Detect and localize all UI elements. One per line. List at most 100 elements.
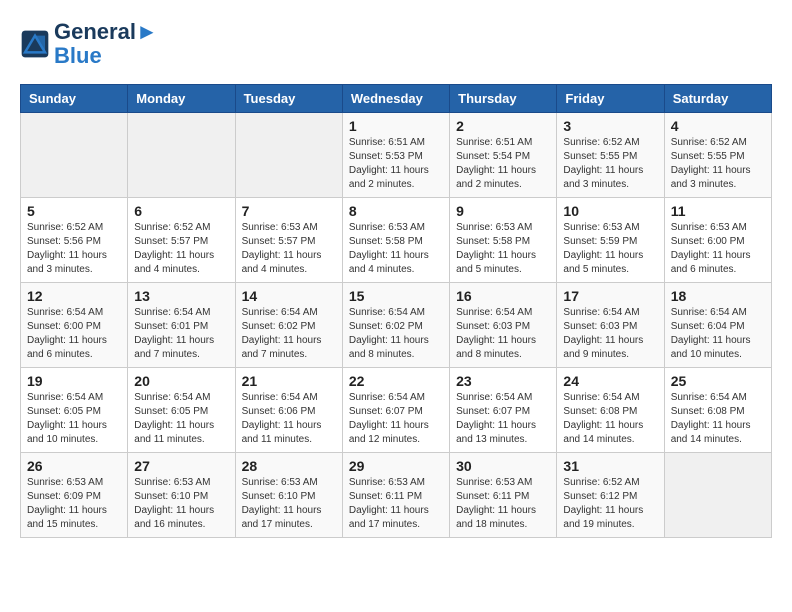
day-detail: Sunrise: 6:53 AM Sunset: 5:59 PM Dayligh…	[563, 221, 657, 277]
day-number: 8	[349, 203, 443, 219]
day-number: 30	[456, 458, 550, 474]
day-detail: Sunrise: 6:52 AM Sunset: 6:12 PM Dayligh…	[563, 476, 657, 532]
day-number: 28	[242, 458, 336, 474]
calendar-week-3: 12Sunrise: 6:54 AM Sunset: 6:00 PM Dayli…	[21, 283, 772, 368]
day-detail: Sunrise: 6:54 AM Sunset: 6:07 PM Dayligh…	[456, 391, 550, 447]
day-number: 17	[563, 288, 657, 304]
calendar-cell: 30 Sunrise: 6:53 AM Sunset: 6:11 PM Dayli…	[450, 453, 557, 538]
day-number: 26	[27, 458, 121, 474]
day-number: 21	[242, 373, 336, 389]
calendar-cell: 10 Sunrise: 6:53 AM Sunset: 5:59 PM Dayli…	[557, 198, 664, 283]
calendar-cell: 2Sunrise: 6:51 AM Sunset: 5:54 PM Daylig…	[450, 113, 557, 198]
calendar-cell: 11 Sunrise: 6:53 AM Sunset: 6:00 PM Dayli…	[664, 198, 771, 283]
page-header: General► Blue	[20, 20, 772, 68]
day-number: 31	[563, 458, 657, 474]
day-number: 5	[27, 203, 121, 219]
day-number: 29	[349, 458, 443, 474]
day-detail: Sunrise: 6:51 AM Sunset: 5:53 PM Dayligh…	[349, 136, 443, 192]
calendar-cell: 7Sunrise: 6:53 AM Sunset: 5:57 PM Daylig…	[235, 198, 342, 283]
day-detail: Sunrise: 6:54 AM Sunset: 6:08 PM Dayligh…	[671, 391, 765, 447]
calendar-cell: 16Sunrise: 6:54 AM Sunset: 6:03 PM Dayli…	[450, 283, 557, 368]
day-number: 14	[242, 288, 336, 304]
logo-text: General► Blue	[54, 20, 158, 68]
logo-icon	[20, 29, 50, 59]
weekday-header-wednesday: Wednesday	[342, 85, 449, 113]
day-number: 15	[349, 288, 443, 304]
day-detail: Sunrise: 6:53 AM Sunset: 6:10 PM Dayligh…	[242, 476, 336, 532]
day-detail: Sunrise: 6:52 AM Sunset: 5:55 PM Dayligh…	[671, 136, 765, 192]
calendar-body: 1 Sunrise: 6:51 AM Sunset: 5:53 PM Daylig…	[21, 113, 772, 538]
calendar-cell: 19Sunrise: 6:54 AM Sunset: 6:05 PM Dayli…	[21, 368, 128, 453]
day-detail: Sunrise: 6:54 AM Sunset: 6:02 PM Dayligh…	[242, 306, 336, 362]
day-number: 9	[456, 203, 550, 219]
calendar-cell: 4 Sunrise: 6:52 AM Sunset: 5:55 PM Daylig…	[664, 113, 771, 198]
day-detail: Sunrise: 6:54 AM Sunset: 6:05 PM Dayligh…	[134, 391, 228, 447]
day-detail: Sunrise: 6:51 AM Sunset: 5:54 PM Dayligh…	[456, 136, 550, 192]
day-detail: Sunrise: 6:54 AM Sunset: 6:07 PM Dayligh…	[349, 391, 443, 447]
calendar-cell: 24 Sunrise: 6:54 AM Sunset: 6:08 PM Dayli…	[557, 368, 664, 453]
logo: General► Blue	[20, 20, 158, 68]
day-detail: Sunrise: 6:53 AM Sunset: 5:57 PM Dayligh…	[242, 221, 336, 277]
calendar-cell: 31 Sunrise: 6:52 AM Sunset: 6:12 PM Dayli…	[557, 453, 664, 538]
calendar-cell: 20 Sunrise: 6:54 AM Sunset: 6:05 PM Dayli…	[128, 368, 235, 453]
calendar-cell	[664, 453, 771, 538]
day-detail: Sunrise: 6:54 AM Sunset: 6:06 PM Dayligh…	[242, 391, 336, 447]
day-number: 22	[349, 373, 443, 389]
weekday-header-tuesday: Tuesday	[235, 85, 342, 113]
day-number: 3	[563, 118, 657, 134]
calendar-week-5: 26 Sunrise: 6:53 AM Sunset: 6:09 PM Dayli…	[21, 453, 772, 538]
day-number: 25	[671, 373, 765, 389]
calendar-cell: 26 Sunrise: 6:53 AM Sunset: 6:09 PM Dayli…	[21, 453, 128, 538]
day-number: 20	[134, 373, 228, 389]
day-detail: Sunrise: 6:53 AM Sunset: 6:09 PM Dayligh…	[27, 476, 121, 532]
day-detail: Sunrise: 6:53 AM Sunset: 6:11 PM Dayligh…	[349, 476, 443, 532]
calendar-cell: 28 Sunrise: 6:53 AM Sunset: 6:10 PM Dayli…	[235, 453, 342, 538]
day-number: 4	[671, 118, 765, 134]
calendar-cell: 17Sunrise: 6:54 AM Sunset: 6:03 PM Dayli…	[557, 283, 664, 368]
weekday-header-monday: Monday	[128, 85, 235, 113]
calendar-cell: 5Sunrise: 6:52 AM Sunset: 5:56 PM Daylig…	[21, 198, 128, 283]
day-detail: Sunrise: 6:53 AM Sunset: 6:00 PM Dayligh…	[671, 221, 765, 277]
calendar-cell	[235, 113, 342, 198]
day-detail: Sunrise: 6:54 AM Sunset: 6:05 PM Dayligh…	[27, 391, 121, 447]
calendar-cell: 15 Sunrise: 6:54 AM Sunset: 6:02 PM Dayli…	[342, 283, 449, 368]
calendar-cell: 8 Sunrise: 6:53 AM Sunset: 5:58 PM Daylig…	[342, 198, 449, 283]
calendar-cell: 3Sunrise: 6:52 AM Sunset: 5:55 PM Daylig…	[557, 113, 664, 198]
calendar-cell	[128, 113, 235, 198]
calendar-week-2: 5Sunrise: 6:52 AM Sunset: 5:56 PM Daylig…	[21, 198, 772, 283]
day-number: 1	[349, 118, 443, 134]
day-number: 11	[671, 203, 765, 219]
day-detail: Sunrise: 6:54 AM Sunset: 6:00 PM Dayligh…	[27, 306, 121, 362]
calendar-cell: 21 Sunrise: 6:54 AM Sunset: 6:06 PM Dayli…	[235, 368, 342, 453]
calendar-cell: 1 Sunrise: 6:51 AM Sunset: 5:53 PM Daylig…	[342, 113, 449, 198]
weekday-header-thursday: Thursday	[450, 85, 557, 113]
calendar-cell: 25 Sunrise: 6:54 AM Sunset: 6:08 PM Dayli…	[664, 368, 771, 453]
day-detail: Sunrise: 6:53 AM Sunset: 6:11 PM Dayligh…	[456, 476, 550, 532]
day-detail: Sunrise: 6:53 AM Sunset: 5:58 PM Dayligh…	[456, 221, 550, 277]
day-detail: Sunrise: 6:54 AM Sunset: 6:08 PM Dayligh…	[563, 391, 657, 447]
day-number: 6	[134, 203, 228, 219]
day-detail: Sunrise: 6:53 AM Sunset: 5:58 PM Dayligh…	[349, 221, 443, 277]
calendar-cell: 12Sunrise: 6:54 AM Sunset: 6:00 PM Dayli…	[21, 283, 128, 368]
day-number: 10	[563, 203, 657, 219]
day-detail: Sunrise: 6:54 AM Sunset: 6:01 PM Dayligh…	[134, 306, 228, 362]
day-detail: Sunrise: 6:54 AM Sunset: 6:04 PM Dayligh…	[671, 306, 765, 362]
calendar-table: SundayMondayTuesdayWednesdayThursdayFrid…	[20, 84, 772, 538]
day-detail: Sunrise: 6:54 AM Sunset: 6:02 PM Dayligh…	[349, 306, 443, 362]
calendar-cell	[21, 113, 128, 198]
calendar-cell: 22 Sunrise: 6:54 AM Sunset: 6:07 PM Dayli…	[342, 368, 449, 453]
day-number: 24	[563, 373, 657, 389]
day-detail: Sunrise: 6:54 AM Sunset: 6:03 PM Dayligh…	[456, 306, 550, 362]
calendar-cell: 9 Sunrise: 6:53 AM Sunset: 5:58 PM Daylig…	[450, 198, 557, 283]
day-number: 27	[134, 458, 228, 474]
day-number: 13	[134, 288, 228, 304]
weekday-header-sunday: Sunday	[21, 85, 128, 113]
calendar-cell: 14 Sunrise: 6:54 AM Sunset: 6:02 PM Dayli…	[235, 283, 342, 368]
weekday-header-saturday: Saturday	[664, 85, 771, 113]
day-number: 18	[671, 288, 765, 304]
calendar-week-4: 19Sunrise: 6:54 AM Sunset: 6:05 PM Dayli…	[21, 368, 772, 453]
calendar-header: SundayMondayTuesdayWednesdayThursdayFrid…	[21, 85, 772, 113]
calendar-cell: 6Sunrise: 6:52 AM Sunset: 5:57 PM Daylig…	[128, 198, 235, 283]
calendar-cell: 13 Sunrise: 6:54 AM Sunset: 6:01 PM Dayli…	[128, 283, 235, 368]
day-number: 23	[456, 373, 550, 389]
